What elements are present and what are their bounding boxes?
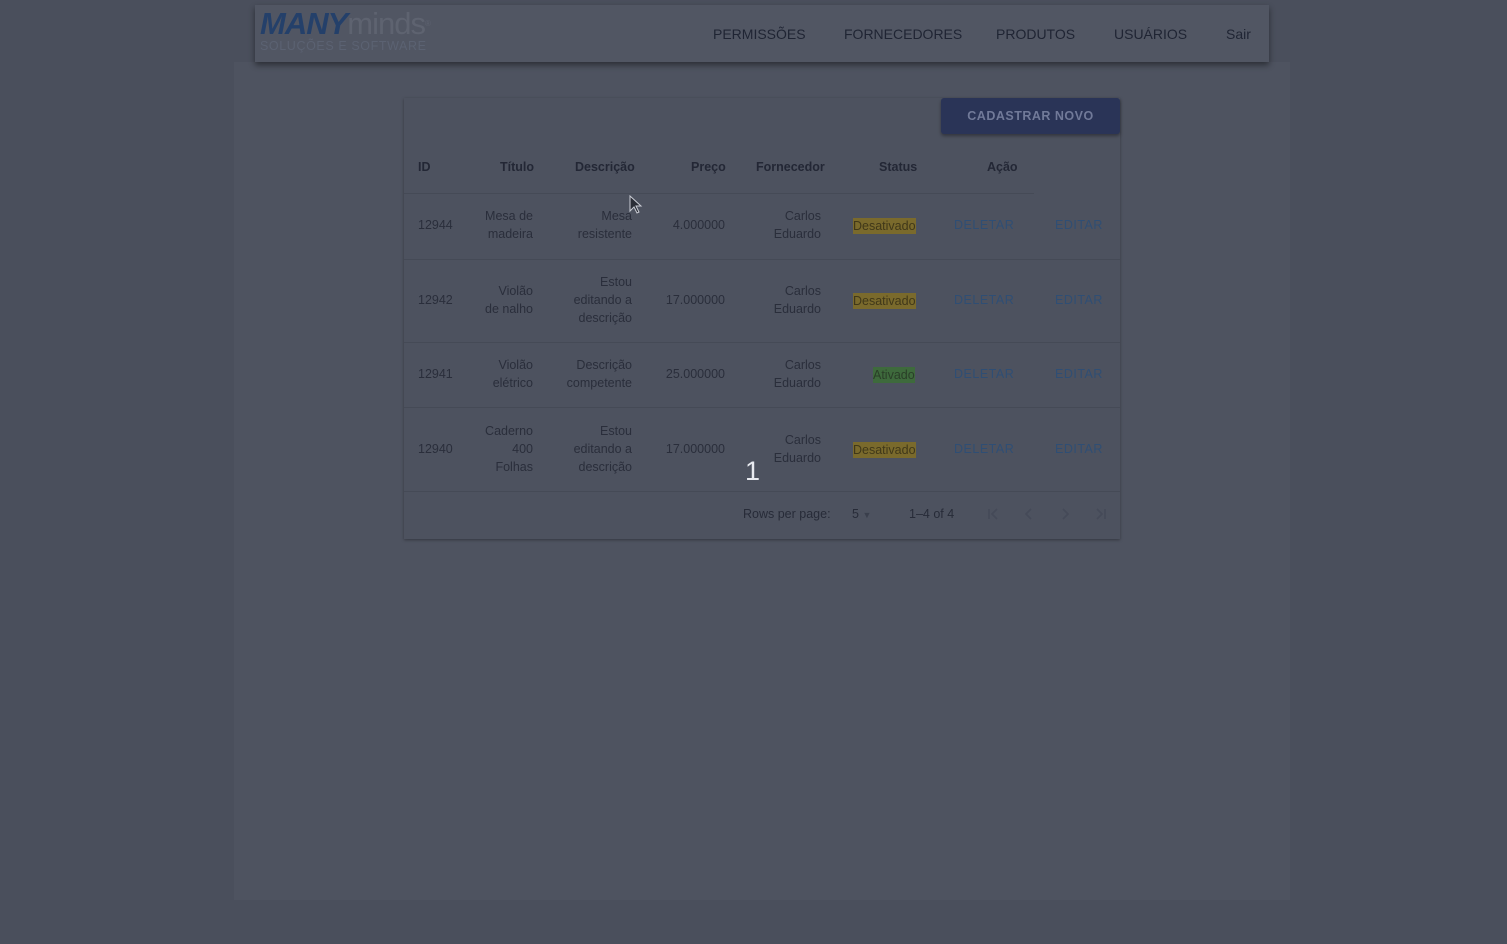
nav-fornecedores[interactable]: FORNECEDORES	[844, 26, 962, 42]
cell-id: 12942	[418, 293, 453, 307]
top-navbar: MANYminds® SOLUÇÕES E SOFTWARE PERMISSÕE…	[255, 5, 1269, 62]
delete-button[interactable]: DELETAR	[954, 442, 1014, 456]
nav-sair[interactable]: Sair	[1226, 26, 1251, 42]
mouse-cursor-icon	[629, 195, 643, 214]
cell-titulo: Violão de nalho	[485, 284, 533, 316]
prev-page-icon[interactable]	[1021, 506, 1037, 522]
last-page-icon[interactable]	[1093, 506, 1109, 522]
edit-button[interactable]: EDITAR	[1055, 367, 1103, 381]
cell-fornecedor: Carlos Eduardo	[773, 284, 821, 316]
header-preco[interactable]: Preço	[691, 160, 726, 174]
cell-id: 12941	[418, 367, 453, 381]
nav-produtos[interactable]: PRODUTOS	[996, 26, 1075, 42]
pagination-range: 1–4 of 4	[909, 507, 955, 521]
header-fornecedor[interactable]: Fornecedor	[756, 160, 825, 174]
header-titulo[interactable]: Título	[500, 160, 534, 174]
status-badge: Desativado	[853, 442, 916, 458]
logo-wordmark: MANYminds®	[260, 6, 431, 41]
cell-descricao: Estou editando a descrição	[573, 275, 632, 325]
first-page-icon[interactable]	[985, 506, 1001, 522]
cell-preco: 4.000000	[672, 218, 725, 232]
chevron-down-icon: ▼	[862, 510, 872, 520]
cell-titulo: Mesa de madeira	[485, 209, 533, 241]
header-status[interactable]: Status	[879, 160, 917, 174]
rows-per-page-label: Rows per page:	[743, 507, 831, 521]
cell-fornecedor: Carlos Eduardo	[773, 433, 821, 465]
cell-id: 12940	[418, 442, 453, 456]
delete-button[interactable]: DELETAR	[954, 293, 1014, 307]
status-badge: Desativado	[853, 293, 916, 309]
cell-preco: 17.000000	[665, 293, 725, 307]
edit-button[interactable]: EDITAR	[1055, 442, 1103, 456]
cell-descricao: Descrição competente	[566, 358, 632, 390]
row-divider	[404, 259, 1120, 260]
brand-logo[interactable]: MANYminds® SOLUÇÕES E SOFTWARE	[259, 7, 449, 55]
edit-button[interactable]: EDITAR	[1055, 293, 1103, 307]
delete-button[interactable]: DELETAR	[954, 218, 1014, 232]
cell-descricao: Estou editando a descrição	[573, 424, 632, 474]
cell-titulo: Violão elétrico	[492, 358, 533, 390]
nav-usuarios[interactable]: USUÁRIOS	[1114, 26, 1187, 42]
row-divider	[404, 342, 1120, 343]
edit-button[interactable]: EDITAR	[1055, 218, 1103, 232]
status-badge: Ativado	[873, 367, 915, 383]
header-descricao[interactable]: Descrição	[575, 160, 635, 174]
cell-preco: 17.000000	[665, 442, 725, 456]
next-page-icon[interactable]	[1057, 506, 1073, 522]
header-divider	[404, 193, 1034, 194]
rows-per-page-select[interactable]: 5 ▼	[852, 507, 871, 521]
status-badge: Desativado	[853, 218, 916, 234]
cell-fornecedor: Carlos Eduardo	[773, 209, 821, 241]
header-acao[interactable]: Ação	[987, 160, 1018, 174]
header-id[interactable]: ID	[418, 160, 431, 174]
row-divider	[404, 491, 1120, 492]
cell-descricao: Mesa resistente	[577, 209, 632, 241]
nav-permissoes[interactable]: PERMISSÕES	[713, 26, 806, 42]
row-divider	[404, 407, 1120, 408]
cell-id: 12944	[418, 218, 453, 232]
logo-tagline: SOLUÇÕES E SOFTWARE	[260, 39, 427, 53]
cell-titulo: Caderno 400 Folhas	[485, 424, 533, 474]
cell-fornecedor: Carlos Eduardo	[773, 358, 821, 390]
add-new-button[interactable]: CADASTRAR NOVO	[941, 98, 1120, 134]
cell-preco: 25.000000	[665, 367, 725, 381]
step-number-overlay: 1	[745, 456, 761, 486]
delete-button[interactable]: DELETAR	[954, 367, 1014, 381]
